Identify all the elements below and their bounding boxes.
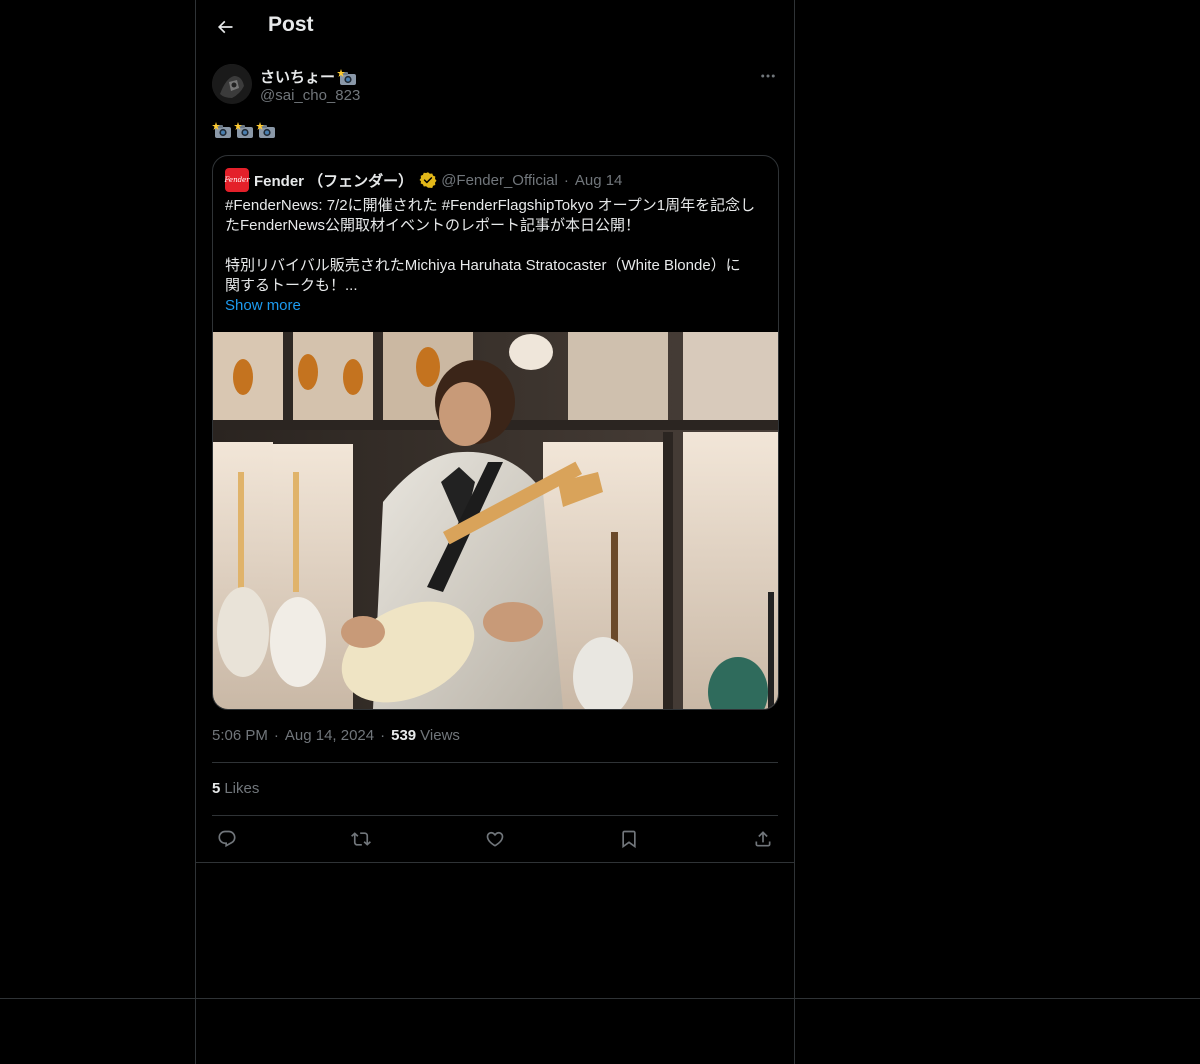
camera-flash-icon xyxy=(212,122,231,138)
avatar-image xyxy=(212,64,252,104)
quoted-post-header: Fender Fender （フェンダー） @Fender_Official ·… xyxy=(224,168,623,192)
back-button[interactable] xyxy=(208,10,242,44)
share-button[interactable] xyxy=(748,824,778,854)
likes-label: Likes xyxy=(224,780,260,797)
bookmark-button[interactable] xyxy=(614,824,644,854)
quoted-text-line: たFenderNews公開取材イベントのレポート記事が本日公開！ xyxy=(225,217,641,234)
reply-icon xyxy=(218,830,236,848)
author-name-text: さいちょー xyxy=(260,69,336,86)
quoted-post-date[interactable]: Aug 14 xyxy=(575,172,623,189)
quoted-post-photo[interactable] xyxy=(213,332,778,709)
quoted-author-handle[interactable]: @Fender_Official xyxy=(441,172,558,189)
post-time[interactable]: 5:06 PM xyxy=(212,727,268,744)
reply-button[interactable] xyxy=(212,824,242,854)
guitarist-photo xyxy=(213,332,778,709)
verified-gold-badge-icon xyxy=(419,172,437,189)
post-header: Post xyxy=(196,0,794,53)
camera-flash-icon xyxy=(234,122,253,138)
divider xyxy=(212,815,778,816)
separator-dot: · xyxy=(563,171,569,189)
post-date[interactable]: Aug 14, 2024 xyxy=(285,727,374,744)
bookmark-icon xyxy=(622,830,636,849)
camera-flash-icon xyxy=(337,68,357,85)
page-title: Post xyxy=(268,13,314,36)
separator-dot: · xyxy=(380,727,386,744)
heart-icon xyxy=(486,831,504,847)
quoted-post[interactable]: Fender Fender （フェンダー） @Fender_Official ·… xyxy=(212,155,779,710)
repost-icon xyxy=(351,832,371,846)
like-button[interactable] xyxy=(480,824,510,854)
share-icon xyxy=(755,831,771,847)
quoted-text-line: 特別リバイバル販売されたMichiya Haruhata Stratocaste… xyxy=(225,257,741,274)
separator-dot: · xyxy=(273,727,279,744)
likes-count: 5 xyxy=(212,780,221,797)
fender-logo[interactable]: Fender xyxy=(224,168,250,192)
post-column: Post さいちょー @sai_cho_823 Fender Fender （フ… xyxy=(195,0,795,1064)
views-count: 539 xyxy=(391,727,417,744)
quoted-text-line: #FenderNews: 7/2に開催された #FenderFlagshipTo… xyxy=(225,197,756,214)
repost-button[interactable] xyxy=(346,824,376,854)
divider xyxy=(196,862,794,863)
post-text xyxy=(212,121,277,139)
likes-link[interactable]: 5 Likes xyxy=(212,780,259,797)
post-meta: 5:06 PM · Aug 14, 2024 · 539 Views xyxy=(212,727,460,744)
more-button[interactable] xyxy=(756,66,780,86)
quoted-text-line: 関するトークも！... xyxy=(225,277,358,294)
camera-flash-icon xyxy=(256,122,275,138)
author-handle[interactable]: @sai_cho_823 xyxy=(260,87,360,104)
more-horizontal-icon xyxy=(761,74,775,78)
action-bar xyxy=(196,824,794,854)
quoted-post-text: #FenderNews: 7/2に開催された #FenderFlagshipTo… xyxy=(225,196,765,316)
author-name[interactable]: さいちょー xyxy=(260,66,358,87)
views-label: Views xyxy=(420,727,460,744)
quoted-author-name[interactable]: Fender （フェンダー） xyxy=(254,170,413,191)
bottom-divider xyxy=(0,998,1200,999)
arrow-left-icon xyxy=(217,20,233,34)
show-more-link[interactable]: Show more xyxy=(225,296,765,316)
divider xyxy=(212,762,778,763)
avatar[interactable] xyxy=(212,64,252,104)
